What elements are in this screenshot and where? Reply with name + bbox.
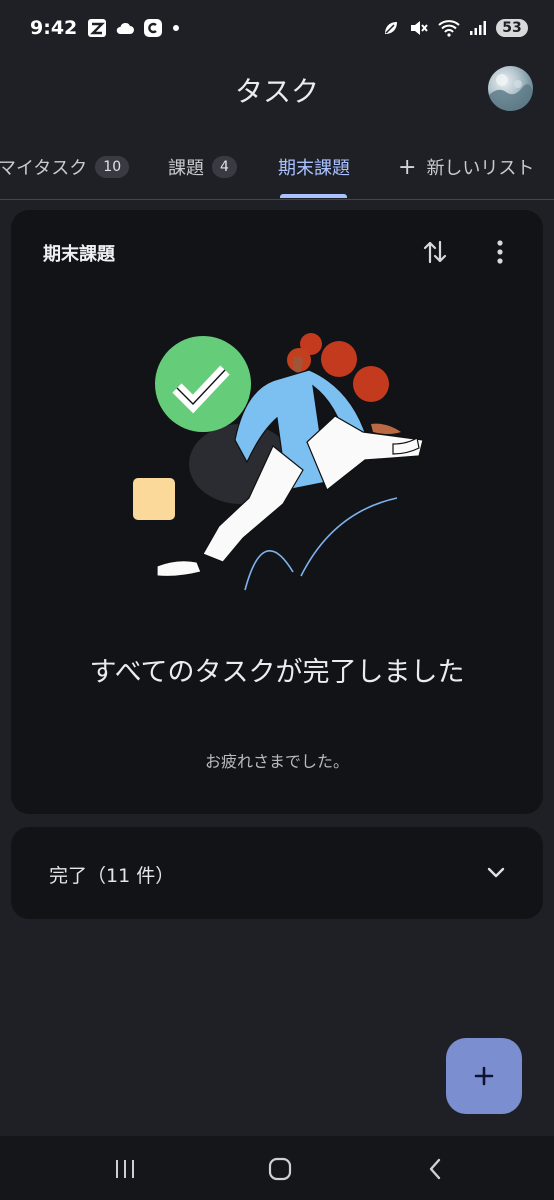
empty-state-title: すべてのタスクが完了しました — [89, 657, 465, 688]
tab-assignments[interactable]: 課題 4 — [168, 152, 237, 182]
add-task-button[interactable] — [446, 1038, 522, 1114]
status-bar: 9:42 53 — [0, 0, 554, 56]
battery-indicator: 53 — [496, 19, 528, 37]
home-button[interactable] — [265, 1154, 295, 1184]
mute-icon — [409, 19, 429, 37]
recents-icon — [116, 1160, 134, 1178]
dot-icon — [171, 23, 181, 33]
plus-icon — [474, 1066, 494, 1086]
completed-label: 完了（11 件） — [49, 865, 175, 887]
tab-my-tasks[interactable]: マイタスク 10 — [0, 152, 130, 182]
empty-state-subtitle: お疲れさまでした。 — [204, 752, 349, 771]
tab-bar: マイタスク 10 課題 4 期末課題 + 新しいリスト — [0, 122, 554, 200]
tab-count-badge: 10 — [95, 156, 130, 178]
avatar[interactable] — [488, 66, 533, 111]
status-right-icons: 53 — [382, 19, 528, 37]
tab-new-list[interactable]: + 新しいリスト — [398, 152, 534, 182]
c-app-icon — [143, 18, 163, 38]
status-left-icons — [87, 18, 181, 38]
plus-icon: + — [398, 154, 417, 180]
app-bar: タスク — [0, 56, 554, 122]
tab-label: マイタスク — [0, 158, 88, 179]
sort-button[interactable] — [417, 234, 453, 270]
signal-icon — [469, 20, 487, 36]
avatar-image — [488, 74, 533, 111]
active-tab-indicator — [280, 194, 347, 198]
tab-label: 期末課題 — [278, 158, 350, 179]
recents-button[interactable] — [110, 1154, 140, 1184]
tab-label: 新しいリスト — [426, 158, 535, 179]
home-icon — [268, 1157, 292, 1181]
leaf-icon — [382, 19, 400, 37]
chevron-down-icon — [487, 867, 505, 878]
z-app-icon — [87, 18, 107, 38]
back-button[interactable] — [420, 1154, 450, 1184]
status-time: 9:42 — [30, 17, 78, 39]
tab-label: 課題 — [168, 158, 204, 179]
more-vert-icon — [497, 240, 503, 264]
all-done-illustration — [133, 333, 423, 591]
list-title: 期末課題 — [43, 244, 115, 265]
back-icon — [429, 1158, 441, 1180]
tab-count-badge: 4 — [212, 156, 237, 178]
tab-final-assignments[interactable]: 期末課題 — [278, 152, 350, 182]
task-list-card: 期末課題 すべてのタスクが完了しました お疲れさまでした。 — [11, 210, 543, 814]
sort-icon — [423, 240, 447, 264]
wifi-icon — [438, 19, 460, 37]
page-title: タスク — [234, 75, 319, 108]
completed-section[interactable]: 完了（11 件） — [11, 827, 543, 919]
more-options-button[interactable] — [482, 234, 518, 270]
cloud-icon — [115, 20, 135, 36]
system-nav-bar — [0, 1136, 554, 1200]
